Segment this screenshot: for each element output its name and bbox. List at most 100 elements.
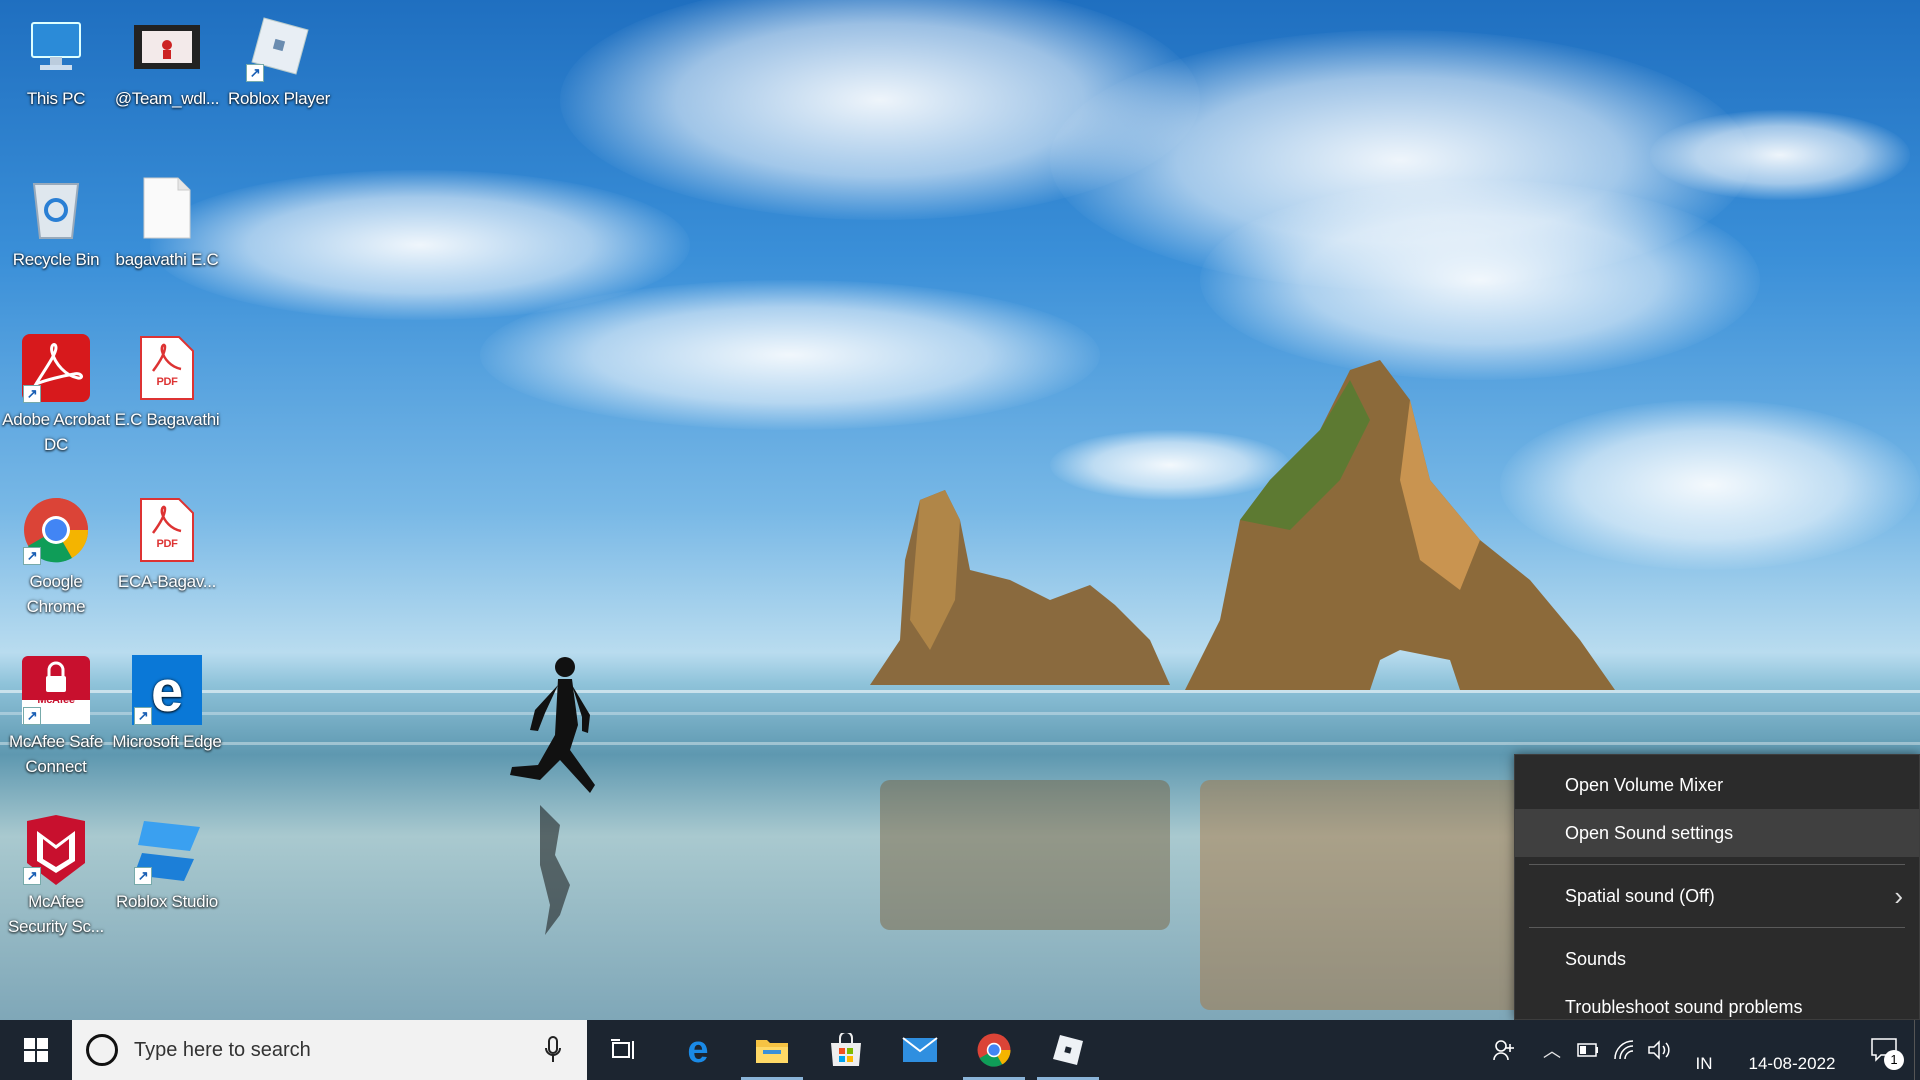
cloud xyxy=(1650,110,1910,200)
menu-item-label: Troubleshoot sound problems xyxy=(1565,997,1803,1017)
taskbar-file-explorer[interactable] xyxy=(735,1020,809,1080)
shortcut-arrow-icon: ↗ xyxy=(246,64,264,82)
mcafee-icon: ↗ xyxy=(21,815,91,885)
svg-text:e: e xyxy=(151,659,183,724)
windows-logo-icon xyxy=(24,1038,48,1062)
desktop-icon-this-pc[interactable]: This PC xyxy=(1,12,111,111)
shortcut-arrow-icon: ↗ xyxy=(134,707,152,725)
edge-icon: e xyxy=(687,1033,708,1067)
menu-item-label: Open Sound settings xyxy=(1565,823,1734,843)
pdf-badge: PDF xyxy=(156,376,178,388)
system-tray: ︿ IN 14-08-2022 1 xyxy=(1474,1020,1920,1080)
date-label: 14-08-2022 xyxy=(1748,1054,1836,1073)
wifi-icon xyxy=(1614,1040,1634,1060)
chrome-icon xyxy=(977,1033,1011,1067)
cortana-icon xyxy=(86,1034,118,1066)
menu-item-label: Open Volume Mixer xyxy=(1565,775,1724,795)
show-hidden-icons-button[interactable]: ︿ xyxy=(1534,1020,1570,1080)
taskbar: Type here to search e ︿ IN 14-08-2022 1 xyxy=(0,1020,1920,1080)
shortcut-arrow-icon: ↗ xyxy=(134,867,152,885)
action-center-button[interactable]: 1 xyxy=(1854,1020,1914,1080)
desktop-icon-label: Adobe Acrobat DC xyxy=(2,410,110,454)
desktop-icon-team-wdl[interactable]: @Team_wdl... xyxy=(112,12,222,111)
file-explorer-icon xyxy=(756,1040,788,1063)
notification-badge: 1 xyxy=(1884,1050,1904,1070)
pdf-file-icon: PDF xyxy=(132,333,202,403)
small-rock-formation xyxy=(870,490,1170,685)
menu-item-label: Sounds xyxy=(1565,949,1627,969)
show-desktop-button[interactable] xyxy=(1914,1020,1920,1080)
desktop-icon-label: McAfee Security Sc... xyxy=(8,892,104,936)
search-placeholder: Type here to search xyxy=(134,1038,311,1061)
mcafee-safe-connect-icon: McAfee ↗ xyxy=(21,655,91,725)
shortcut-arrow-icon: ↗ xyxy=(23,867,41,885)
wave-line xyxy=(0,712,1920,715)
pdf-file-icon: PDF xyxy=(132,495,202,565)
people-icon xyxy=(1493,1040,1514,1061)
menu-separator xyxy=(1529,864,1905,865)
clock-date[interactable]: 14-08-2022 xyxy=(1730,1020,1854,1080)
taskbar-search-box[interactable]: Type here to search xyxy=(72,1020,587,1080)
microsoft-store-icon xyxy=(831,1033,861,1066)
mail-icon xyxy=(902,1037,938,1062)
desktop-icon-label: This PC xyxy=(26,89,86,108)
volume-button[interactable] xyxy=(1642,1020,1678,1080)
blank-file-icon xyxy=(132,173,202,243)
taskbar-edge[interactable]: e xyxy=(661,1020,735,1080)
cloud xyxy=(1200,180,1760,380)
acrobat-icon: ↗ xyxy=(21,333,91,403)
menu-item-sounds[interactable]: Sounds xyxy=(1515,935,1919,983)
arch-rock-formation xyxy=(1185,360,1615,690)
chevron-right-icon: › xyxy=(1894,881,1903,911)
language-label: IN xyxy=(1695,1054,1713,1073)
desktop-icon-google-chrome[interactable]: ↗ Google Chrome xyxy=(1,495,111,619)
desktop-icon-microsoft-edge[interactable]: e ↗ Microsoft Edge xyxy=(112,655,222,754)
menu-item-open-volume-mixer[interactable]: Open Volume Mixer xyxy=(1515,761,1919,809)
battery-icon xyxy=(1577,1043,1598,1057)
desktop-icon-bagavathi-ec[interactable]: bagavathi E.C xyxy=(112,173,222,272)
desktop-icon-label: Recycle Bin xyxy=(12,250,100,269)
desktop-icon-roblox-player[interactable]: ↗ Roblox Player xyxy=(224,12,334,111)
desktop-icon-label: Microsoft Edge xyxy=(112,732,222,751)
desktop-icon-mcafee-safe-connect[interactable]: McAfee ↗ McAfee Safe Connect xyxy=(1,655,111,779)
sound-context-menu: Open Volume Mixer Open Sound settings Sp… xyxy=(1514,754,1920,1020)
desktop-icon-roblox-studio[interactable]: ↗ Roblox Studio xyxy=(112,815,222,914)
speaker-icon xyxy=(1648,1040,1670,1060)
taskbar-mail[interactable] xyxy=(883,1020,957,1080)
task-view-button[interactable] xyxy=(587,1020,661,1080)
chrome-icon: ↗ xyxy=(21,495,91,565)
edge-icon: e ↗ xyxy=(132,655,202,725)
desktop-icon-mcafee-security-scan[interactable]: ↗ McAfee Security Sc... xyxy=(1,815,111,939)
rock-reflection xyxy=(880,780,1170,930)
svg-text:e: e xyxy=(687,1033,708,1067)
wave-line xyxy=(0,742,1920,745)
runner-silhouette xyxy=(510,657,595,935)
desktop-icon-label: ECA-Bagav... xyxy=(117,572,217,591)
desktop-icon-label: bagavathi E.C xyxy=(115,250,219,269)
desktop-icon-label: E.C Bagavathi xyxy=(114,410,220,429)
desktop-icon-recycle-bin[interactable]: Recycle Bin xyxy=(1,173,111,272)
desktop-icon-label: Roblox Studio xyxy=(116,892,218,911)
network-button[interactable] xyxy=(1606,1020,1642,1080)
roblox-icon xyxy=(1053,1035,1083,1065)
start-button[interactable] xyxy=(0,1020,72,1080)
shortcut-arrow-icon: ↗ xyxy=(23,547,41,565)
cloud xyxy=(480,280,1100,430)
desktop-icon-ec-bagavathi[interactable]: PDF E.C Bagavathi xyxy=(112,333,222,432)
taskbar-microsoft-store[interactable] xyxy=(809,1020,883,1080)
desktop-icon-eca-bagav[interactable]: PDF ECA-Bagav... xyxy=(112,495,222,594)
menu-item-open-sound-settings[interactable]: Open Sound settings xyxy=(1515,809,1919,857)
menu-item-spatial-sound[interactable]: Spatial sound (Off) › xyxy=(1515,872,1919,920)
desktop-icon-label: Google Chrome xyxy=(26,572,86,616)
chevron-up-icon: ︿ xyxy=(1543,1041,1561,1061)
recycle-bin-icon xyxy=(21,173,91,243)
video-file-icon xyxy=(132,12,202,82)
people-button[interactable] xyxy=(1474,1020,1534,1080)
computer-icon xyxy=(21,12,91,82)
input-language-indicator[interactable]: IN xyxy=(1678,1020,1730,1080)
battery-button[interactable] xyxy=(1570,1020,1606,1080)
desktop-icon-adobe-acrobat[interactable]: ↗ Adobe Acrobat DC xyxy=(1,333,111,457)
taskbar-roblox[interactable] xyxy=(1031,1020,1105,1080)
taskbar-chrome[interactable] xyxy=(957,1020,1031,1080)
microphone-icon[interactable] xyxy=(545,1036,561,1064)
